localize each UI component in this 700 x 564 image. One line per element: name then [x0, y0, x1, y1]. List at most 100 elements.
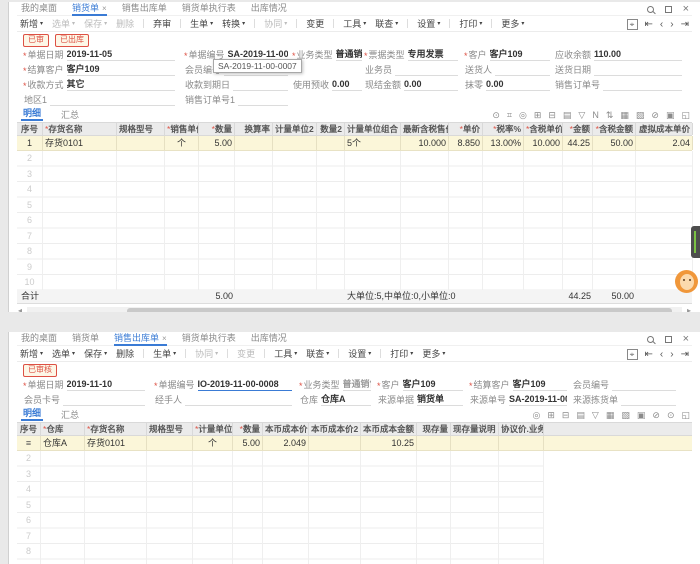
copy-row-icon[interactable]: ▤ — [563, 110, 572, 120]
close-icon[interactable]: × — [683, 5, 689, 14]
filter-icon[interactable]: ▽ — [592, 410, 599, 420]
settings-button[interactable]: 设置▾ — [348, 347, 371, 360]
cell-stock-note[interactable] — [451, 436, 499, 450]
save-button[interactable]: 保存▾ — [84, 17, 107, 30]
scroll-left-icon[interactable]: ◂ — [18, 306, 22, 312]
cell-unit-combo[interactable]: 5个 — [345, 136, 401, 150]
fullscreen-icon[interactable]: ◱ — [681, 110, 690, 120]
attachment-icon[interactable]: ⊘ — [651, 110, 659, 120]
unaudit-button[interactable]: 弃审 — [153, 17, 171, 30]
convert-button[interactable]: 转换▾ — [222, 17, 245, 30]
tab-detail[interactable]: 明细 — [21, 406, 43, 421]
tab-close-icon[interactable]: × — [162, 334, 167, 343]
region1-field[interactable]: 地区1 — [23, 93, 175, 106]
insert-row-icon[interactable]: ⊞ — [534, 110, 542, 120]
new-button[interactable]: 新增▾ — [20, 347, 43, 360]
gear-icon[interactable]: ⊙ — [667, 410, 675, 420]
prev-record-icon[interactable]: ‹ — [660, 19, 663, 30]
empty-rows[interactable]: 2345678910 — [17, 151, 692, 290]
delete-button[interactable]: 删除 — [116, 347, 134, 360]
tab-sales-order-report[interactable]: 销货单执行表 — [182, 332, 236, 346]
doc-date-field[interactable]: *单据日期2019-11-05 — [23, 48, 175, 61]
member-card-field[interactable]: 会员卡号 — [23, 393, 145, 406]
tools-button[interactable]: 工具▾ — [343, 17, 366, 30]
pick-doc-button[interactable]: 选单▾ — [52, 17, 75, 30]
tab-sales-outbound[interactable]: 销售出库单 — [122, 2, 167, 16]
cell-item-name[interactable]: 存货0101 — [85, 436, 147, 450]
linked-query-button[interactable]: 联查▾ — [375, 17, 398, 30]
first-record-icon[interactable]: ⇤ — [645, 349, 653, 360]
cell-spec-model[interactable] — [117, 136, 165, 150]
last-record-icon[interactable]: ⇥ — [681, 349, 689, 360]
delete-row-icon[interactable]: ⊟ — [562, 410, 570, 420]
handler-field[interactable]: 经手人 — [154, 393, 292, 406]
detail-view-icon[interactable]: ▣ — [637, 410, 646, 420]
source-pick-list-field[interactable]: 来源拣货单 — [572, 393, 676, 406]
cell-amount[interactable]: 44.25 — [563, 136, 593, 150]
search-icon[interactable] — [647, 6, 654, 13]
collaborate-button[interactable]: 协同▾ — [264, 17, 287, 30]
doc-no-field[interactable]: *单据编号IO-2019-11-00-0008 — [154, 378, 292, 391]
batch-edit-icon[interactable]: ▦ — [620, 110, 629, 120]
first-record-icon[interactable]: ⇤ — [645, 19, 653, 30]
layout-icon[interactable]: ▧ — [621, 410, 630, 420]
tab-sales-outbound[interactable]: 销售出库单× — [114, 332, 167, 346]
tab-outbound-status[interactable]: 出库情况 — [251, 332, 287, 346]
settle-customer-field[interactable]: *结算客户客户109 — [23, 63, 175, 76]
batch-edit-icon[interactable]: ▦ — [606, 410, 615, 420]
tab-summary[interactable]: 汇总 — [59, 108, 81, 121]
cell-protocol-price[interactable] — [499, 436, 544, 450]
cell-qty[interactable]: 5.00 — [233, 436, 263, 450]
cell-item-name[interactable]: 存货0101 — [43, 136, 117, 150]
generate-doc-button[interactable]: 生单▾ — [190, 17, 213, 30]
tab-summary[interactable]: 汇总 — [59, 408, 81, 421]
more-button[interactable]: 更多▾ — [501, 17, 524, 30]
cell-warehouse[interactable]: 仓库A — [41, 436, 85, 450]
biz-type-field[interactable]: *业务类型普通销售 — [292, 48, 362, 61]
customer-field[interactable]: *客户客户109 — [464, 48, 550, 61]
last-record-icon[interactable]: ⇥ — [681, 19, 689, 30]
payment-method-field[interactable]: *收款方式其它 — [23, 78, 175, 91]
scroll-right-icon[interactable]: ▸ — [687, 306, 691, 312]
cell-unit2[interactable] — [273, 136, 317, 150]
pick-doc-button[interactable]: 选单▾ — [52, 347, 75, 360]
cell-sales-unit[interactable]: 个 — [165, 136, 199, 150]
locate-icon[interactable]: ◎ — [519, 110, 527, 120]
cell-unit[interactable]: 个 — [193, 436, 233, 450]
print-button[interactable]: 打印▾ — [459, 17, 482, 30]
tab-my-desktop[interactable]: 我的桌面 — [21, 2, 57, 16]
delete-row-icon[interactable]: ⊟ — [548, 110, 556, 120]
cell-spec-model[interactable] — [147, 436, 193, 450]
cash-amount-field[interactable]: 现结金额0.00 — [364, 78, 458, 91]
attachment-icon[interactable]: ⊘ — [652, 410, 660, 420]
due-date-field[interactable]: 收款到期日 — [184, 78, 288, 91]
maximize-icon[interactable] — [665, 6, 672, 13]
locate-icon[interactable]: ◎ — [532, 410, 540, 420]
collaborate-button[interactable]: 协同▾ — [195, 347, 218, 360]
sales-order-no1-field[interactable]: 销售订单号1 — [184, 93, 288, 106]
deliverer-field[interactable]: 送货人 — [464, 63, 550, 76]
locate-doc-icon[interactable]: ⌖ — [627, 19, 638, 30]
new-button[interactable]: 新增▾ — [20, 17, 43, 30]
scan-icon[interactable]: ⌗ — [507, 110, 512, 120]
rounding-field[interactable]: 抹零0.00 — [464, 78, 550, 91]
side-panel-handle[interactable] — [691, 226, 700, 258]
sales-order-no-field[interactable]: 销售订单号 — [554, 78, 682, 91]
gear-icon[interactable]: ⊙ — [492, 110, 500, 120]
more-button[interactable]: 更多▾ — [422, 347, 445, 360]
next-record-icon[interactable]: › — [670, 19, 673, 30]
swap-columns-icon[interactable]: ⇅ — [606, 110, 614, 120]
tab-sales-order[interactable]: 销货单× — [72, 2, 107, 16]
tab-close-icon[interactable]: × — [102, 4, 107, 13]
detail-view-icon[interactable]: ▣ — [666, 110, 675, 120]
insert-row-icon[interactable]: ⊞ — [547, 410, 555, 420]
row-handle-icon[interactable]: ≡ — [17, 436, 41, 450]
member-no-field[interactable]: 会员编号 — [572, 378, 676, 391]
tab-detail[interactable]: 明细 — [21, 106, 43, 121]
cell-virtual-cost-price[interactable]: 2.04 — [636, 136, 693, 150]
close-icon[interactable]: × — [683, 335, 689, 344]
scrollbar-thumb[interactable] — [127, 308, 672, 312]
delete-button[interactable]: 删除 — [116, 17, 134, 30]
cell-stock-qty[interactable] — [417, 436, 451, 450]
tab-my-desktop[interactable]: 我的桌面 — [21, 332, 57, 346]
